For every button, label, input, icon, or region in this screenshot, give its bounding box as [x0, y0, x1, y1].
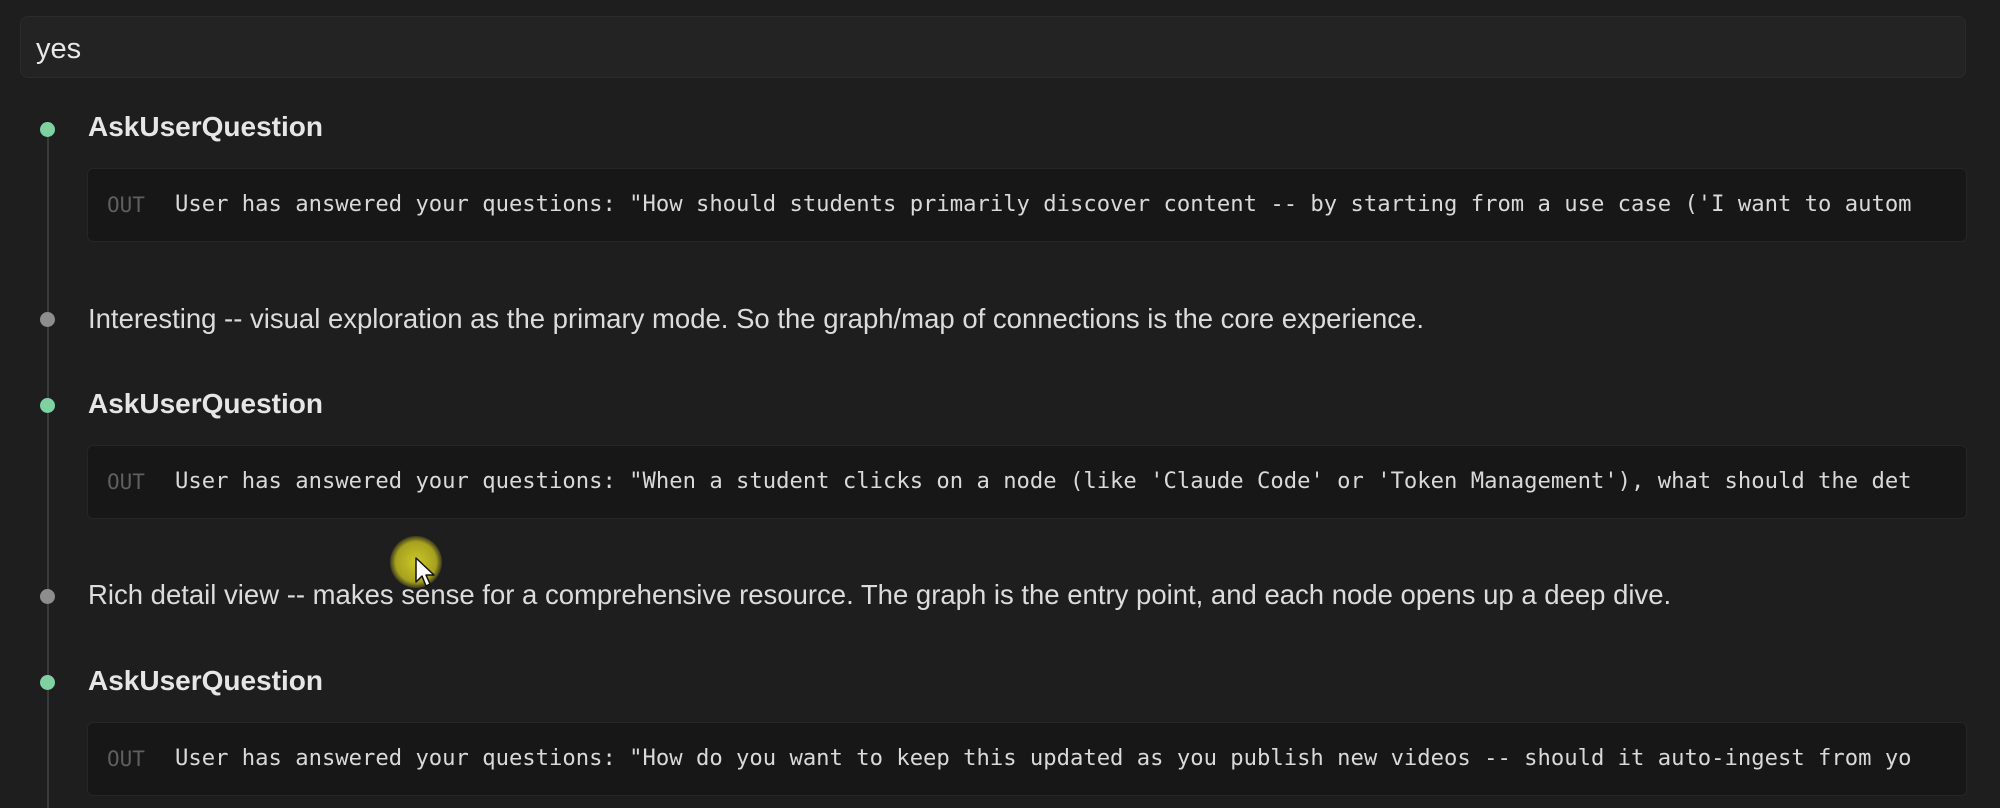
message-dot: [40, 312, 55, 327]
tool-status-dot: [40, 122, 55, 137]
assistant-message: Interesting -- visual exploration as the…: [88, 303, 1424, 334]
tool-title[interactable]: AskUserQuestion: [88, 387, 323, 421]
tool-output-box[interactable]: OUT User has answered your questions: "W…: [87, 445, 1967, 519]
tool-output-text: User has answered your questions: "How s…: [175, 191, 1912, 217]
tool-output-box[interactable]: OUT User has answered your questions: "H…: [87, 722, 1967, 796]
tool-status-dot: [40, 675, 55, 690]
out-label: OUT: [107, 193, 145, 217]
timeline-line: [47, 128, 49, 808]
tool-output-text: User has answered your questions: "When …: [175, 468, 1912, 494]
tool-output-text: User has answered your questions: "How d…: [175, 745, 1912, 771]
out-label: OUT: [107, 747, 145, 771]
user-message: yes: [20, 16, 1966, 78]
mouse-pointer-icon: [415, 557, 435, 587]
assistant-message: Rich detail view -- makes sense for a co…: [88, 579, 1672, 610]
tool-output-box[interactable]: OUT User has answered your questions: "H…: [87, 168, 1967, 242]
tool-title[interactable]: AskUserQuestion: [88, 110, 323, 144]
user-message-text: yes: [36, 33, 82, 65]
out-label: OUT: [107, 470, 145, 494]
tool-status-dot: [40, 398, 55, 413]
conversation-view: yes AskUserQuestion OUT User has answere…: [0, 0, 2000, 808]
message-dot: [40, 589, 55, 604]
tool-title[interactable]: AskUserQuestion: [88, 664, 323, 698]
